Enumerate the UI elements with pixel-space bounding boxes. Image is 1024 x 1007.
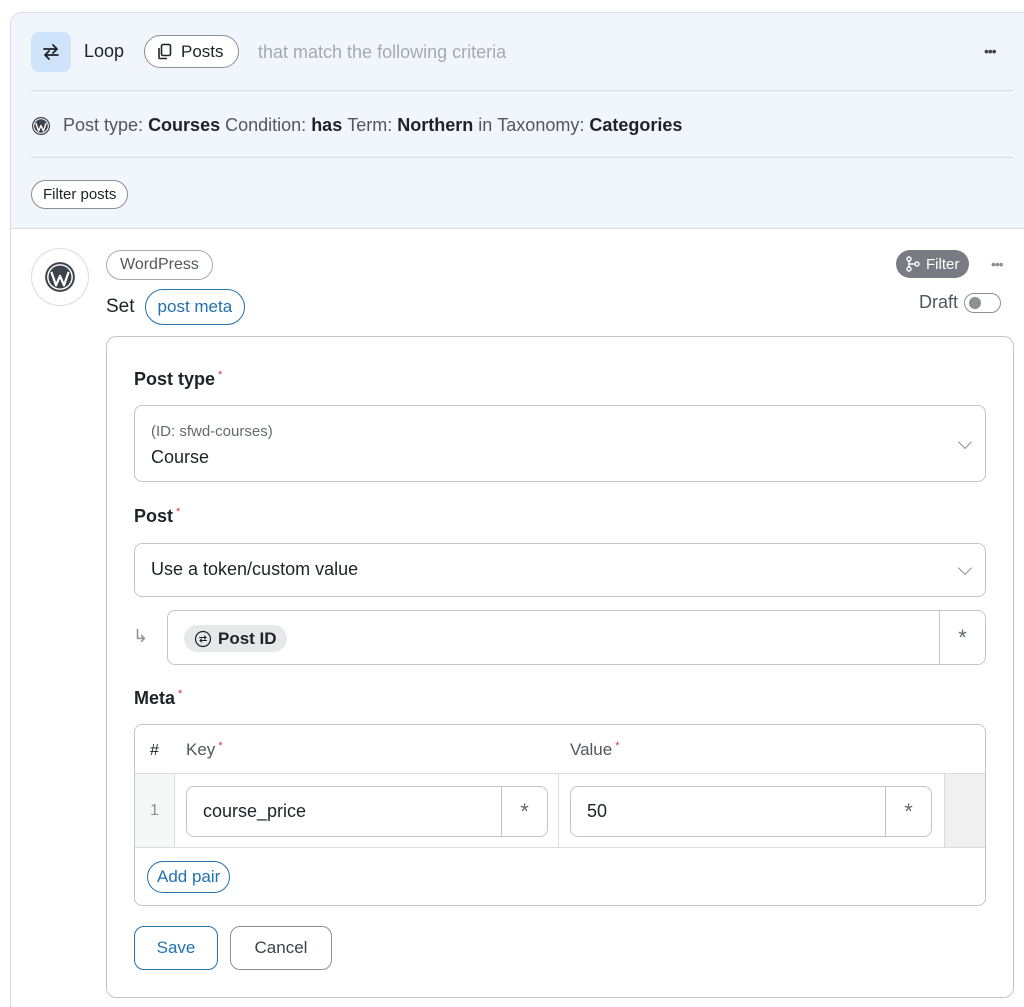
loop-token-icon	[194, 630, 212, 647]
divider	[31, 90, 1013, 91]
column-header-value: Value *	[570, 740, 620, 760]
set-label: Set	[106, 296, 135, 317]
key-header-text: Key	[186, 740, 216, 759]
post-id-token[interactable]: Post ID	[184, 625, 287, 652]
required-mark: *	[176, 506, 181, 518]
draft-toggle[interactable]	[964, 292, 1002, 313]
canvas: Loop Posts that match the following crit…	[0, 0, 1024, 1007]
return-arrow-icon: ↳	[133, 626, 149, 646]
post-type-id-hint: (ID: sfwd-courses)	[151, 423, 273, 440]
token-picker-button[interactable]: *	[939, 611, 985, 664]
term-value: Northern	[397, 115, 474, 135]
condition-label: Condition:	[225, 115, 307, 135]
wordpress-icon	[32, 116, 50, 135]
column-divider	[558, 774, 559, 847]
value-token-button[interactable]: *	[885, 787, 931, 836]
loop-criteria-text: that match the following criteria	[258, 42, 507, 62]
required-mark: *	[615, 740, 620, 752]
post-type-value: Course	[151, 447, 210, 467]
column-header-number: #	[150, 742, 159, 759]
post-type-select[interactable]: (ID: sfwd-courses) Course	[134, 405, 986, 482]
post-select-value: Use a token/custom value	[151, 559, 359, 579]
key-token-button[interactable]: *	[501, 787, 547, 836]
post-id-input[interactable]: Post ID *	[167, 610, 986, 665]
loop-icon[interactable]	[31, 32, 71, 72]
loop-title: Loop	[84, 41, 125, 61]
meta-value-value: 50	[587, 801, 608, 821]
chevron-down-icon	[957, 560, 973, 576]
draft-row: Draft	[919, 292, 1002, 313]
action-form: Post type * (ID: sfwd-courses) Course Pos…	[106, 336, 1014, 998]
posts-pill[interactable]: Posts	[144, 35, 239, 68]
condition-value: has	[311, 115, 343, 135]
add-pair-button[interactable]: Add pair	[147, 861, 231, 893]
post-select[interactable]: Use a token/custom value	[134, 543, 986, 597]
value-header-text: Value	[570, 740, 613, 759]
meta-label-text: Meta	[134, 688, 176, 708]
loop-panel: Loop Posts that match the following crit…	[11, 13, 1024, 229]
integration-pill: WordPress	[106, 250, 213, 280]
loop-arrows-icon	[43, 44, 59, 60]
divider	[31, 157, 1013, 158]
posts-pill-label: Posts	[181, 41, 224, 61]
loop-more-button[interactable]: •••	[984, 43, 997, 59]
filter-button[interactable]: Filter	[896, 250, 970, 278]
wordpress-logo-icon	[45, 262, 75, 292]
post-type-label: Post type:	[63, 115, 144, 135]
meta-key-input[interactable]: course_price *	[186, 786, 548, 837]
branch-icon	[906, 256, 920, 272]
meta-key-value: course_price	[203, 801, 307, 821]
row-number: 1	[135, 774, 175, 847]
in-label: in	[478, 115, 493, 135]
cancel-button[interactable]: Cancel	[230, 926, 332, 970]
required-mark: *	[218, 369, 223, 381]
post-label-text: Post	[134, 506, 174, 526]
row-actions-cell	[944, 774, 985, 847]
column-header-key: Key *	[186, 740, 223, 760]
required-mark: *	[178, 688, 183, 700]
taxonomy-label: Taxonomy:	[497, 115, 585, 135]
post-field-label: Post *	[134, 506, 180, 527]
draft-label: Draft	[919, 292, 959, 312]
wordpress-avatar	[31, 248, 89, 306]
term-label: Term:	[347, 115, 393, 135]
post-type-field-label: Post type *	[134, 369, 222, 390]
recipe-block: Loop Posts that match the following crit…	[10, 12, 1024, 1007]
post-meta-token[interactable]: post meta	[144, 289, 246, 325]
post-id-token-label: Post ID	[218, 628, 277, 648]
copy-icon	[158, 43, 172, 60]
action-sentence: Set post meta	[106, 289, 246, 325]
chevron-down-icon	[957, 434, 973, 449]
post-type-label-text: Post type	[134, 369, 216, 389]
required-mark: *	[218, 740, 223, 752]
step-more-button[interactable]: •••	[991, 256, 1004, 272]
taxonomy-value: Categories	[589, 115, 683, 135]
save-button[interactable]: Save	[134, 926, 218, 970]
loop-condition[interactable]: Post type: Courses Condition: has Term: …	[31, 115, 682, 136]
filter-label: Filter	[926, 255, 960, 273]
table-row: 1 course_price * 50 *	[135, 773, 985, 848]
meta-table: # Key * Value * 1 course_price * 50 * Ad…	[134, 724, 986, 906]
filter-posts-button[interactable]: Filter posts	[31, 180, 129, 209]
post-type-value: Courses	[148, 115, 221, 135]
meta-field-label: Meta *	[134, 688, 182, 709]
meta-value-input[interactable]: 50 *	[570, 786, 932, 837]
